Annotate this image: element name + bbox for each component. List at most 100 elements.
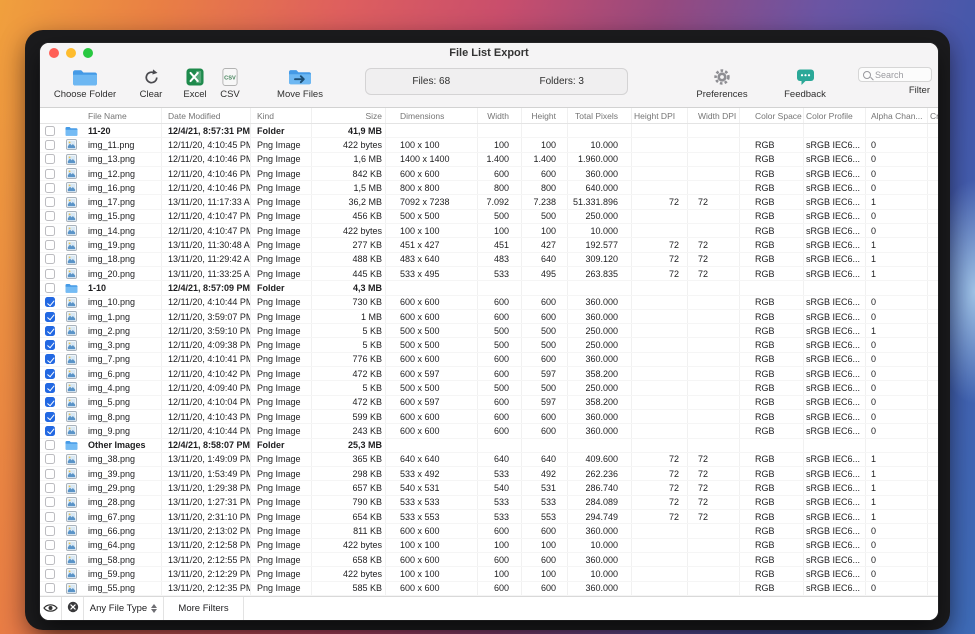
row-checkbox[interactable] bbox=[45, 183, 55, 193]
row-checkbox[interactable] bbox=[45, 440, 55, 450]
clear-button[interactable]: Clear bbox=[130, 66, 172, 104]
file-row[interactable]: img_59.png13/11/20, 2:12:29 PMPng Image4… bbox=[40, 567, 938, 581]
cell-width-dpi: 72 bbox=[688, 253, 740, 266]
row-checkbox[interactable] bbox=[45, 126, 55, 136]
clear-filters-button[interactable] bbox=[62, 597, 84, 620]
row-checkbox[interactable] bbox=[45, 240, 55, 250]
file-row[interactable]: img_2.png12/11/20, 3:59:10 PMPng Image5 … bbox=[40, 324, 938, 338]
row-checkbox[interactable] bbox=[45, 454, 55, 464]
image-file-icon bbox=[60, 167, 82, 180]
file-row[interactable]: img_14.png12/11/20, 4:10:47 PMPng Image4… bbox=[40, 224, 938, 238]
file-row[interactable]: img_1.png12/11/20, 3:59:07 PMPng Image1 … bbox=[40, 310, 938, 324]
file-row[interactable]: img_15.png12/11/20, 4:10:47 PMPng Image4… bbox=[40, 210, 938, 224]
column-header-height-dpi[interactable]: Height DPI bbox=[632, 108, 688, 123]
file-row[interactable]: img_64.png13/11/20, 2:12:58 PMPng Image4… bbox=[40, 539, 938, 553]
column-header-col-0[interactable] bbox=[40, 108, 60, 123]
column-header-color-space[interactable]: Color Space bbox=[740, 108, 804, 123]
row-checkbox[interactable] bbox=[45, 540, 55, 550]
file-row[interactable]: img_58.png13/11/20, 2:12:55 PMPng Image6… bbox=[40, 553, 938, 567]
folder-row[interactable]: Other Images12/4/21, 8:58:07 PMFolder25,… bbox=[40, 439, 938, 453]
column-header-height[interactable]: Height bbox=[522, 108, 568, 123]
column-header-color-profile[interactable]: Color Profile bbox=[804, 108, 866, 123]
row-checkbox[interactable] bbox=[45, 512, 55, 522]
column-header-kind[interactable]: Kind bbox=[251, 108, 312, 123]
row-checkbox[interactable] bbox=[45, 354, 55, 364]
row-checkbox[interactable] bbox=[45, 555, 55, 565]
row-checkbox[interactable] bbox=[45, 583, 55, 593]
row-checkbox[interactable] bbox=[45, 469, 55, 479]
csv-export-button[interactable]: CSV CSV bbox=[212, 66, 248, 104]
file-row[interactable]: img_29.png13/11/20, 1:29:38 PMPng Image6… bbox=[40, 481, 938, 495]
row-checkbox[interactable] bbox=[45, 226, 55, 236]
column-header-col-1[interactable] bbox=[60, 108, 82, 123]
folder-row[interactable]: 1-1012/4/21, 8:57:09 PMFolder4,3 MB bbox=[40, 281, 938, 295]
more-filters-button[interactable]: More Filters bbox=[164, 597, 244, 620]
choose-folder-button[interactable]: Choose Folder bbox=[50, 66, 120, 104]
column-header-file-name[interactable]: File Name bbox=[82, 108, 162, 123]
row-checkbox[interactable] bbox=[45, 283, 55, 293]
file-row[interactable]: img_11.png12/11/20, 4:10:45 PMPng Image4… bbox=[40, 138, 938, 152]
column-header-alpha-chan[interactable]: Alpha Chan... bbox=[866, 108, 928, 123]
file-row[interactable]: img_66.png13/11/20, 2:13:02 PMPng Image8… bbox=[40, 524, 938, 538]
row-checkbox[interactable] bbox=[45, 140, 55, 150]
file-row[interactable]: img_8.png12/11/20, 4:10:43 PMPng Image59… bbox=[40, 410, 938, 424]
column-header-size[interactable]: Size bbox=[312, 108, 386, 123]
file-row[interactable]: img_10.png12/11/20, 4:10:44 PMPng Image7… bbox=[40, 296, 938, 310]
row-checkbox[interactable] bbox=[45, 426, 55, 436]
row-checkbox[interactable] bbox=[45, 254, 55, 264]
file-row[interactable]: img_67.png13/11/20, 2:31:10 PMPng Image6… bbox=[40, 510, 938, 524]
visibility-toggle[interactable] bbox=[40, 597, 62, 620]
row-checkbox[interactable] bbox=[45, 497, 55, 507]
row-checkbox[interactable] bbox=[45, 569, 55, 579]
file-row[interactable]: img_7.png12/11/20, 4:10:41 PMPng Image77… bbox=[40, 353, 938, 367]
close-button[interactable] bbox=[49, 48, 59, 58]
row-checkbox[interactable] bbox=[45, 483, 55, 493]
folder-row[interactable]: 11-2012/4/21, 8:57:31 PMFolder41,9 MB bbox=[40, 124, 938, 138]
file-row[interactable]: img_4.png12/11/20, 4:09:40 PMPng Image5 … bbox=[40, 381, 938, 395]
file-row[interactable]: img_6.png12/11/20, 4:10:42 PMPng Image47… bbox=[40, 367, 938, 381]
file-row[interactable]: img_18.png13/11/20, 11:29:42 AMPng Image… bbox=[40, 253, 938, 267]
column-header-cr[interactable]: Cr... bbox=[928, 108, 938, 123]
search-input[interactable]: Search bbox=[858, 67, 932, 82]
file-type-dropdown[interactable]: Any File Type bbox=[84, 597, 164, 620]
move-files-button[interactable]: Move Files bbox=[268, 66, 332, 104]
row-checkbox[interactable] bbox=[45, 269, 55, 279]
column-header-width-dpi[interactable]: Width DPI bbox=[688, 108, 740, 123]
feedback-button[interactable]: Feedback bbox=[777, 66, 833, 104]
excel-export-button[interactable]: Excel bbox=[178, 66, 212, 104]
file-row[interactable]: img_9.png12/11/20, 4:10:44 PMPng Image24… bbox=[40, 424, 938, 438]
row-checkbox[interactable] bbox=[45, 197, 55, 207]
column-header-total-pixels[interactable]: Total Pixels bbox=[568, 108, 632, 123]
column-header-date-modified[interactable]: Date Modified bbox=[162, 108, 251, 123]
preferences-button[interactable]: Preferences bbox=[690, 66, 754, 104]
file-row[interactable]: img_38.png13/11/20, 1:49:09 PMPng Image3… bbox=[40, 453, 938, 467]
row-checkbox[interactable] bbox=[45, 326, 55, 336]
file-row[interactable]: img_5.png12/11/20, 4:10:04 PMPng Image47… bbox=[40, 396, 938, 410]
file-row[interactable]: img_13.png12/11/20, 4:10:46 PMPng Image1… bbox=[40, 153, 938, 167]
file-row[interactable]: img_16.png12/11/20, 4:10:46 PMPng Image1… bbox=[40, 181, 938, 195]
file-row[interactable]: img_20.png13/11/20, 11:33:25 AMPng Image… bbox=[40, 267, 938, 281]
row-checkbox[interactable] bbox=[45, 169, 55, 179]
file-row[interactable]: img_19.png13/11/20, 11:30:48 AMPng Image… bbox=[40, 238, 938, 252]
column-header-dimensions[interactable]: Dimensions bbox=[386, 108, 478, 123]
cell-width-dpi bbox=[688, 310, 740, 323]
row-checkbox[interactable] bbox=[45, 369, 55, 379]
row-checkbox[interactable] bbox=[45, 312, 55, 322]
file-row[interactable]: img_12.png12/11/20, 4:10:46 PMPng Image8… bbox=[40, 167, 938, 181]
minimize-button[interactable] bbox=[66, 48, 76, 58]
row-checkbox[interactable] bbox=[45, 340, 55, 350]
row-checkbox[interactable] bbox=[45, 297, 55, 307]
row-checkbox[interactable] bbox=[45, 397, 55, 407]
column-header-width[interactable]: Width bbox=[478, 108, 522, 123]
file-row[interactable]: img_3.png12/11/20, 4:09:38 PMPng Image5 … bbox=[40, 338, 938, 352]
file-row[interactable]: img_17.png13/11/20, 11:17:33 AMPng Image… bbox=[40, 195, 938, 209]
file-row[interactable]: img_55.png13/11/20, 2:12:35 PMPng Image5… bbox=[40, 582, 938, 596]
row-checkbox[interactable] bbox=[45, 211, 55, 221]
row-checkbox[interactable] bbox=[45, 154, 55, 164]
zoom-button[interactable] bbox=[83, 48, 93, 58]
file-row[interactable]: img_39.png13/11/20, 1:53:49 PMPng Image2… bbox=[40, 467, 938, 481]
row-checkbox[interactable] bbox=[45, 526, 55, 536]
row-checkbox[interactable] bbox=[45, 412, 55, 422]
file-row[interactable]: img_28.png13/11/20, 1:27:31 PMPng Image7… bbox=[40, 496, 938, 510]
row-checkbox[interactable] bbox=[45, 383, 55, 393]
